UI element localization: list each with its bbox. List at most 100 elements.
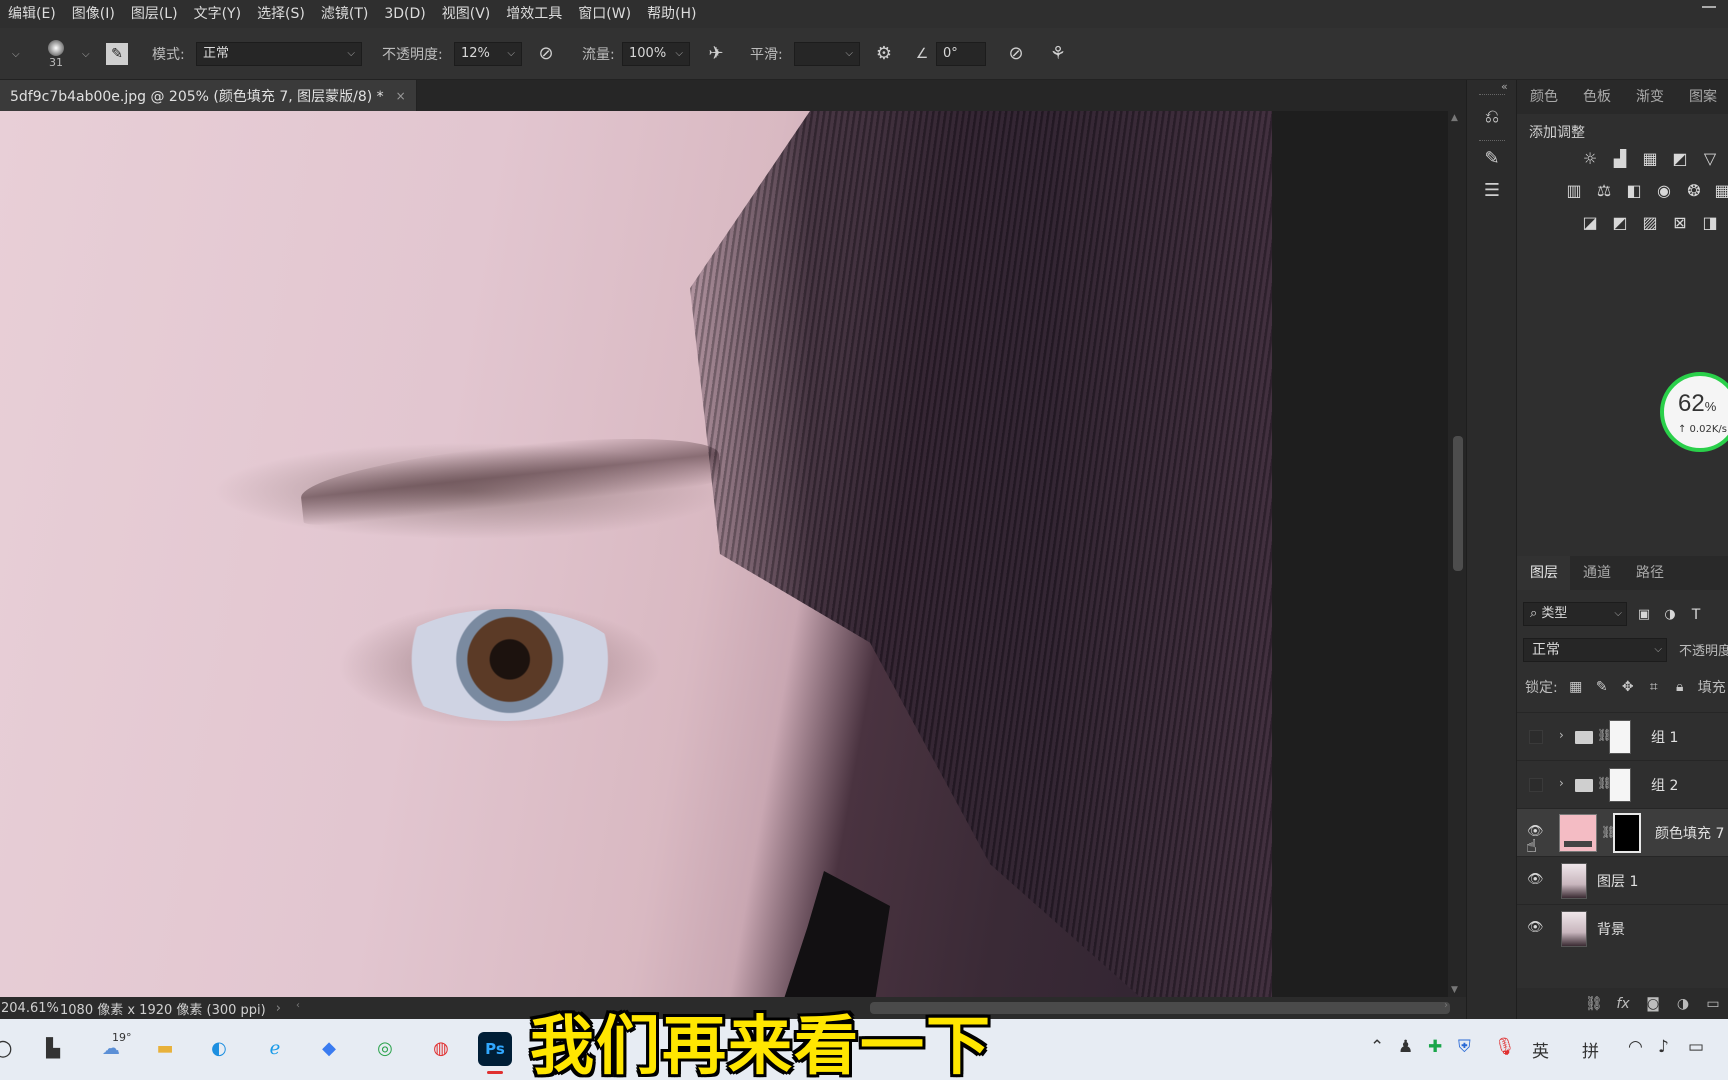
chrome-icon[interactable]: ◎	[368, 1032, 402, 1066]
menu-type[interactable]: 文字(Y)	[186, 0, 249, 28]
layer-row-layer-1[interactable]: 👁︎ 图层 1	[1517, 856, 1728, 904]
color-balance-icon[interactable]: ⚖	[1593, 180, 1615, 202]
selective-color-icon[interactable]: ◨	[1699, 212, 1721, 234]
task-view-icon[interactable]: ▙	[36, 1032, 70, 1066]
security-app-icon[interactable]: ✚	[1428, 1037, 1442, 1057]
layer-row-background[interactable]: 👁︎ 背景	[1517, 904, 1728, 952]
scroll-up-icon[interactable]: ▲	[1451, 113, 1458, 123]
menu-window[interactable]: 窗口(W)	[570, 0, 639, 28]
layer-thumbnail[interactable]	[1561, 911, 1587, 947]
tab-layers[interactable]: 图层	[1517, 556, 1570, 590]
new-adjustment-icon[interactable]: ◑	[1675, 996, 1691, 1012]
tab-paths[interactable]: 路径	[1623, 556, 1676, 590]
hue-saturation-icon[interactable]: ▥	[1563, 180, 1585, 202]
invert-icon[interactable]: ◪	[1579, 212, 1601, 234]
brush-settings-icon[interactable]: ✎	[106, 43, 128, 65]
layer-row-group-2[interactable]: › ⛓ 组 2	[1517, 760, 1728, 808]
pressure-opacity-icon[interactable]: ⊘	[534, 42, 558, 66]
menu-help[interactable]: 帮助(H)	[639, 0, 704, 28]
visibility-toggle[interactable]	[1529, 730, 1543, 744]
gear-icon[interactable]: ⚙	[872, 42, 896, 66]
edge-browser-icon[interactable]: ◐	[202, 1032, 236, 1066]
brush-preview-icon[interactable]	[48, 39, 64, 56]
brightness-icon[interactable]: ☼	[1579, 148, 1601, 170]
ime-language[interactable]: 英	[1532, 1037, 1549, 1062]
brush-picker-chevron-icon[interactable]: ⌵	[82, 49, 90, 60]
menu-filter[interactable]: 滤镜(T)	[313, 0, 376, 28]
search-icon[interactable]: ○	[0, 1032, 20, 1066]
exposure-icon[interactable]: ◩	[1669, 148, 1691, 170]
scroll-right-icon[interactable]: ›	[1444, 1000, 1448, 1011]
canvas-area[interactable]	[0, 111, 1448, 997]
filter-pixel-icon[interactable]: ▣	[1633, 604, 1655, 626]
layer-filter-select[interactable]: ⌕ 类型 ⌵	[1523, 602, 1627, 626]
photo-canvas[interactable]	[0, 111, 1272, 997]
color-lookup-icon[interactable]: ▦	[1711, 180, 1728, 202]
layer-mask-thumbnail[interactable]	[1613, 813, 1641, 853]
mode-select[interactable]: 正常 ⌵	[196, 42, 362, 66]
airbrush-icon[interactable]: ✈	[704, 42, 728, 66]
minimize-icon[interactable]	[1702, 6, 1716, 8]
tool-preset-chevron-icon[interactable]: ⌵	[12, 49, 20, 60]
filter-adjustment-icon[interactable]: ◑	[1659, 604, 1681, 626]
wifi-icon[interactable]: ◠	[1628, 1037, 1643, 1057]
new-group-folder-icon[interactable]: ▭	[1705, 996, 1721, 1012]
lock-transparent-icon[interactable]: ▦	[1568, 679, 1584, 695]
menu-3d[interactable]: 3D(D)	[376, 0, 433, 28]
lock-image-brush-icon[interactable]: ✎	[1594, 679, 1610, 695]
gradient-map-icon[interactable]: ⊠	[1669, 212, 1691, 234]
collapse-panels-icon[interactable]: «	[1501, 80, 1508, 93]
lock-position-move-icon[interactable]: ✥	[1620, 679, 1636, 695]
photo-filter-icon[interactable]: ◉	[1653, 180, 1675, 202]
fx-icon[interactable]: fx	[1615, 996, 1631, 1012]
lock-artboard-icon[interactable]: ⌗	[1646, 679, 1662, 695]
levels-icon[interactable]: ▟	[1609, 148, 1631, 170]
history-icon[interactable]: ⎌	[1477, 102, 1507, 132]
volume-icon[interactable]: ♪	[1658, 1037, 1669, 1057]
blend-mode-select[interactable]: 正常 ⌵	[1523, 638, 1667, 662]
curves-icon[interactable]: ▦	[1639, 148, 1661, 170]
vertical-scrollbar[interactable]: ▲ ▼	[1448, 111, 1466, 997]
fill-layer-thumbnail[interactable]	[1559, 814, 1597, 852]
zoom-level[interactable]: 204.61%	[0, 1001, 60, 1016]
file-explorer-folder-icon[interactable]: ▬	[148, 1032, 182, 1066]
menu-view[interactable]: 视图(V)	[434, 0, 499, 28]
photoshop-icon[interactable]: Ps	[478, 1032, 512, 1074]
smoothing-field[interactable]: ⌵	[794, 42, 860, 66]
ime-mode[interactable]: 拼	[1582, 1037, 1599, 1062]
tab-color[interactable]: 颜色	[1517, 80, 1570, 114]
pressure-size-icon[interactable]: ⊘	[1004, 42, 1028, 66]
adjustments-sliders-icon[interactable]: ☰	[1477, 176, 1507, 206]
vertical-scroll-thumb[interactable]	[1453, 436, 1463, 571]
chevron-up-icon[interactable]: ⌃	[1370, 1037, 1384, 1057]
channel-mixer-icon[interactable]: ❂	[1683, 180, 1705, 202]
visibility-toggle[interactable]	[1529, 778, 1543, 792]
app-cube-icon[interactable]: ◆	[312, 1032, 346, 1066]
scroll-down-icon[interactable]: ▼	[1451, 985, 1458, 995]
angle-field[interactable]: 0°	[936, 42, 986, 66]
menu-edit[interactable]: 编辑(E)	[0, 0, 64, 28]
shield-icon[interactable]: ⛨	[1458, 1037, 1471, 1057]
layer-row-group-1[interactable]: › ⛓ 组 1	[1517, 712, 1728, 760]
chevron-right-icon[interactable]: ›	[1559, 776, 1564, 790]
menu-plugins[interactable]: 增效工具	[498, 0, 570, 28]
menu-layer[interactable]: 图层(L)	[123, 0, 186, 28]
netease-music-icon[interactable]: ◍	[424, 1032, 458, 1066]
close-icon[interactable]: ×	[396, 89, 406, 103]
chevron-right-icon[interactable]: ›	[1559, 728, 1564, 742]
scroll-left-icon[interactable]: ‹	[296, 1000, 300, 1011]
link-layers-icon[interactable]: ⛓	[1585, 996, 1603, 1012]
lock-all-icon[interactable]: 🔒︎	[1672, 679, 1688, 695]
battery-icon[interactable]: ▭	[1688, 1037, 1704, 1057]
menu-select[interactable]: 选择(S)	[249, 0, 313, 28]
vibrance-icon[interactable]: ▽	[1699, 148, 1721, 170]
layer-thumbnail[interactable]	[1561, 863, 1587, 899]
eye-icon[interactable]: 👁︎	[1527, 920, 1544, 936]
tab-channels[interactable]: 通道	[1570, 556, 1623, 590]
tab-swatches[interactable]: 色板	[1570, 80, 1623, 114]
symmetry-butterfly-icon[interactable]: ⚘	[1046, 42, 1070, 66]
layer-mask-thumbnail[interactable]	[1609, 720, 1631, 754]
eye-icon[interactable]: 👁︎	[1527, 872, 1544, 888]
threshold-icon[interactable]: ▨	[1639, 212, 1661, 234]
status-menu-chevron-icon[interactable]: ›	[276, 1001, 281, 1016]
